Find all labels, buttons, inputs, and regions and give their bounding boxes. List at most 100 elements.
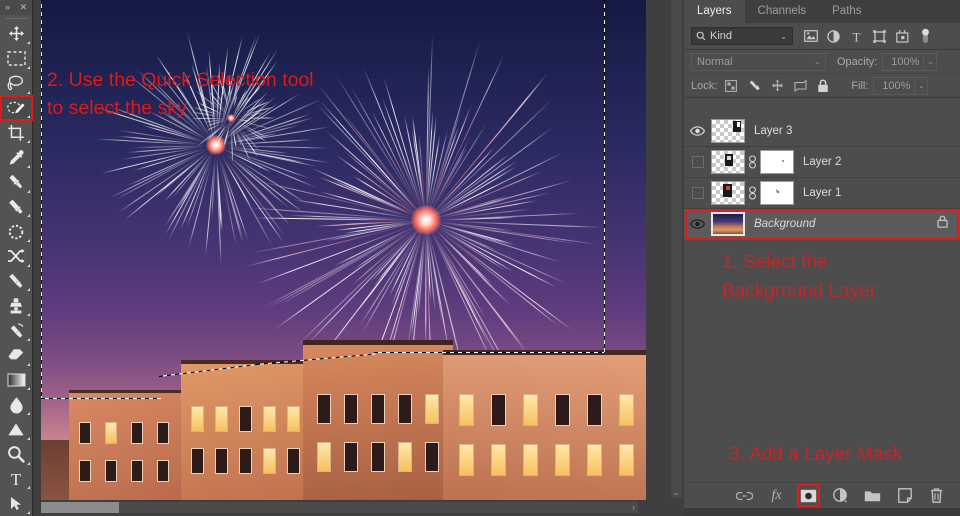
- filter-smart-objects-icon[interactable]: [891, 26, 914, 46]
- tab-layers[interactable]: Layers: [684, 0, 745, 23]
- history-art-brush-tool[interactable]: [1, 318, 32, 343]
- add-layer-mask-button[interactable]: [799, 486, 818, 505]
- building-4: [443, 350, 646, 500]
- layer-thumbnail[interactable]: [711, 119, 745, 143]
- layer-name[interactable]: Background: [754, 218, 815, 230]
- document-image[interactable]: 2. Use the Quick Selection tool to selec…: [41, 0, 646, 500]
- layer-row-layer-2[interactable]: Layer 2: [684, 147, 960, 178]
- layer-row-layer-3[interactable]: Layer 3: [684, 116, 960, 147]
- delete-layer-button[interactable]: [927, 486, 946, 505]
- close-icon[interactable]: ✕: [20, 3, 28, 12]
- firework-ray: [224, 124, 230, 145]
- firework-ray: [237, 127, 258, 157]
- building-window: [263, 406, 276, 432]
- layer-name[interactable]: Layer 1: [803, 187, 841, 199]
- paintbrush-tool[interactable]: [1, 269, 32, 294]
- layer-thumbnail[interactable]: [711, 212, 745, 236]
- lasso-tool[interactable]: [1, 71, 32, 96]
- zoom-tool[interactable]: [1, 442, 32, 467]
- filter-kind-dropdown[interactable]: Kind ⌄: [691, 27, 793, 45]
- building-window: [79, 422, 91, 444]
- layer-name[interactable]: Layer 2: [803, 156, 841, 168]
- scroll-down-arrow-icon[interactable]: ⌄: [672, 487, 680, 497]
- crop-tool[interactable]: [1, 120, 32, 145]
- gradient-tool[interactable]: [1, 368, 32, 393]
- eye-off-icon[interactable]: [692, 187, 704, 199]
- clone-stamp-tool[interactable]: [1, 293, 32, 318]
- filter-pixel-layers-icon[interactable]: [799, 26, 822, 46]
- lock-image-pixels-icon[interactable]: [745, 77, 763, 95]
- fill-chevron-down-icon[interactable]: ⌄: [915, 77, 928, 95]
- lock-transparent-pixels-icon[interactable]: [722, 77, 740, 95]
- lock-position-icon[interactable]: [768, 77, 786, 95]
- brush-tool-sidebar[interactable]: [1, 195, 32, 220]
- layer-visibility-toggle[interactable]: [684, 147, 711, 178]
- opacity-value[interactable]: 100%: [882, 53, 924, 71]
- path-selection-tool[interactable]: [1, 491, 32, 516]
- firework-ray: [389, 225, 424, 297]
- firework-ray: [352, 226, 419, 285]
- type-tool[interactable]: T: [1, 467, 32, 492]
- canvas-horizontal-scrollbar[interactable]: ›: [41, 502, 638, 513]
- firework-ray: [235, 128, 251, 162]
- quick-selection-tool[interactable]: [1, 96, 32, 121]
- canvas-vertical-scrollbar[interactable]: ⌄: [671, 0, 682, 498]
- firework-ray: [197, 122, 227, 147]
- lock-artboard-nesting-icon[interactable]: [791, 77, 809, 95]
- blur-tool[interactable]: [1, 392, 32, 417]
- trash-icon: [930, 488, 943, 503]
- new-adjustment-layer-button[interactable]: [831, 486, 850, 505]
- layer-visibility-toggle[interactable]: [684, 178, 711, 209]
- layer-visibility-toggle[interactable]: [684, 209, 711, 240]
- new-layer-button[interactable]: [895, 486, 914, 505]
- opacity-chevron-down-icon[interactable]: ⌄: [924, 53, 937, 71]
- layer-thumbnail[interactable]: [711, 181, 745, 205]
- firework-ray: [435, 229, 513, 307]
- layer-name[interactable]: Layer 3: [754, 125, 792, 137]
- layer-row-layer-1[interactable]: Layer 1: [684, 178, 960, 209]
- layer-mask-thumbnail[interactable]: [760, 150, 794, 174]
- shuffle-tool[interactable]: [1, 244, 32, 269]
- layer-row-background[interactable]: Background: [684, 209, 960, 240]
- layer-visibility-toggle[interactable]: [684, 116, 711, 147]
- new-group-button[interactable]: [863, 486, 882, 505]
- chevron-down-icon[interactable]: ⌄: [814, 57, 821, 66]
- document-canvas-area[interactable]: 2. Use the Quick Selection tool to selec…: [33, 0, 684, 516]
- layer-mask-link-icon[interactable]: [745, 155, 760, 169]
- history-brush-tool[interactable]: [1, 219, 32, 244]
- fill-value[interactable]: 100%: [873, 77, 915, 95]
- link-layers-button[interactable]: [735, 486, 754, 505]
- firework-ray: [326, 130, 422, 217]
- lock-all-icon[interactable]: [814, 77, 832, 95]
- tab-paths[interactable]: Paths: [819, 0, 874, 23]
- filter-shape-layers-icon[interactable]: [868, 26, 891, 46]
- firework-ray: [188, 157, 213, 248]
- filter-adjustment-layers-icon[interactable]: [822, 26, 845, 46]
- collapse-panel-icon[interactable]: »: [5, 3, 10, 12]
- building-window: [131, 460, 143, 482]
- spot-healing-brush-tool[interactable]: [1, 170, 32, 195]
- tab-channels[interactable]: Channels: [745, 0, 820, 23]
- firework-ray: [221, 152, 285, 243]
- filter-type-layers-icon[interactable]: T: [845, 26, 868, 46]
- eye-off-icon[interactable]: [692, 156, 704, 168]
- dodge-tool[interactable]: [1, 417, 32, 442]
- move-tool[interactable]: [1, 22, 32, 47]
- eraser-tool[interactable]: [1, 343, 32, 368]
- firework-ray: [257, 224, 415, 284]
- layer-mask-link-icon[interactable]: [745, 186, 760, 200]
- layer-mask-thumbnail[interactable]: [760, 181, 794, 205]
- rectangular-marquee-tool[interactable]: [1, 46, 32, 71]
- layer-style-fx-button[interactable]: fx: [767, 486, 786, 505]
- blend-mode-dropdown[interactable]: Normal ⌄: [691, 53, 826, 71]
- filter-toggle-switch[interactable]: [914, 26, 937, 46]
- layer-thumbnail[interactable]: [711, 150, 745, 174]
- firework-ray: [429, 147, 468, 216]
- firework-ray: [426, 111, 434, 216]
- scroll-right-arrow-icon[interactable]: ›: [632, 502, 635, 513]
- eyedropper-tool[interactable]: [1, 145, 32, 170]
- scrollbar-thumb[interactable]: [41, 502, 119, 513]
- firework-burst-left: [101, 30, 331, 260]
- chevron-down-icon[interactable]: ⌄: [780, 32, 787, 41]
- firework-ray: [418, 233, 426, 316]
